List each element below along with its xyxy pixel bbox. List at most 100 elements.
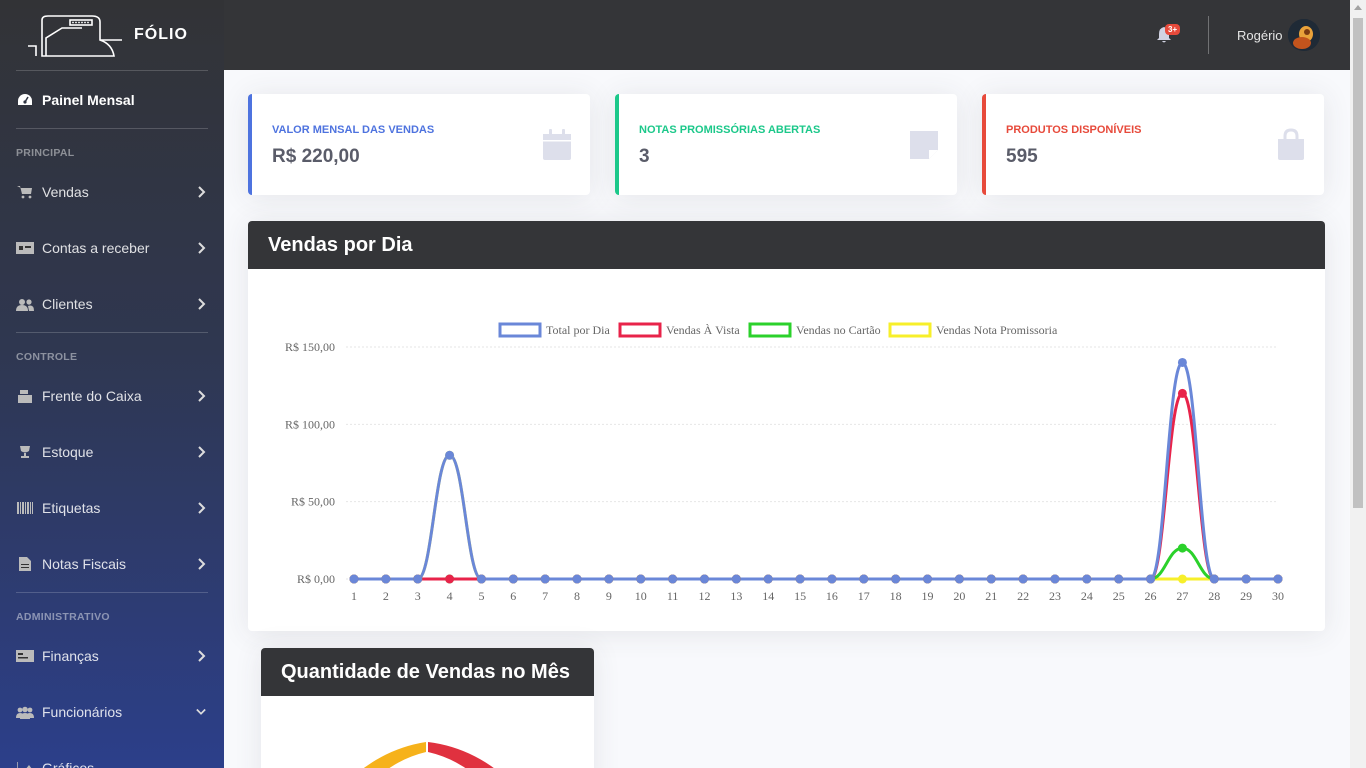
sidebar-item-label: Etiquetas [42, 500, 101, 516]
series-line-0 [354, 360, 1278, 581]
sidebar-item-label: Painel Mensal [42, 91, 135, 108]
x-tick-label: 24 [1081, 589, 1093, 603]
sidebar-item-label: Finanças [42, 648, 99, 664]
x-tick-label: 20 [953, 589, 965, 603]
x-tick-label: 23 [1049, 589, 1061, 603]
sidebar-item-frente-do-caixa[interactable]: Frente do Caixa [0, 368, 224, 424]
user-name[interactable]: Rogério [1237, 28, 1283, 43]
data-point [731, 574, 741, 584]
data-point [763, 574, 773, 584]
x-tick-label: 4 [447, 589, 453, 603]
doughnut-chart[interactable] [261, 696, 594, 768]
x-tick-label: 22 [1017, 589, 1029, 603]
chevron-right-icon [198, 650, 206, 662]
stat-card-notas-promissorias: NOTAS PROMISSÓRIAS ABERTAS 3 [615, 94, 957, 195]
sidebar-item-painel-mensal[interactable]: Painel Mensal [0, 71, 224, 128]
legend-swatch [888, 322, 932, 338]
data-point [1018, 574, 1028, 584]
cash-register-icon [16, 389, 34, 403]
topbar: 3+ Rogério [224, 0, 1350, 70]
card-value: 595 [1006, 146, 1038, 167]
x-tick-label: 13 [730, 589, 742, 603]
chevron-right-icon [198, 298, 206, 310]
data-point [1273, 574, 1283, 584]
legend-label: Vendas Nota Promissoria [936, 323, 1058, 337]
data-point [508, 574, 518, 584]
shopping-bag-icon [1278, 128, 1304, 160]
sidebar-item-label: Notas Fiscais [42, 556, 127, 572]
sidebar-item-label: Clientes [42, 296, 93, 312]
line-chart[interactable]: R$ 0,00R$ 50,00R$ 100,00R$ 150,001 2 3 4 5 6 7… [248, 269, 1325, 631]
x-tick-label: 21 [985, 589, 997, 603]
brand-name: FÓLIO [134, 26, 188, 43]
sidebar-heading-administrativo: ADMINISTRATIVO [16, 611, 110, 623]
data-point [381, 574, 391, 584]
data-point [859, 574, 869, 584]
y-tick-label: R$ 0,00 [297, 572, 335, 586]
data-point [795, 574, 805, 584]
money-check-icon [16, 649, 34, 663]
card-title: PRODUTOS DISPONÍVEIS [1006, 124, 1142, 136]
card-title: NOTAS PROMISSÓRIAS ABERTAS [639, 124, 821, 136]
y-tick-label: R$ 50,00 [291, 495, 335, 509]
data-point [476, 574, 486, 584]
legend-swatch [748, 322, 792, 338]
legend-swatch [618, 322, 662, 338]
series-line-3 [354, 453, 1278, 581]
sidebar-item-label: Gráficos [42, 760, 95, 768]
data-point [349, 574, 359, 584]
chart-card-vendas-por-dia: Vendas por Dia R$ 0,00 R$ 50,00 R$ 100,00 R… [248, 221, 1325, 631]
x-tick-label: 15 [794, 589, 806, 603]
sidebar-item-etiquetas[interactable]: Etiquetas [0, 480, 224, 536]
vertical-scrollbar[interactable] [1350, 0, 1366, 768]
sidebar-item-financas[interactable]: Finanças [0, 628, 224, 684]
stat-card-vendas-mensais: VALOR MENSAL DAS VENDAS R$ 220,00 [248, 94, 590, 195]
x-tick-label: 28 [1208, 589, 1220, 603]
sidebar-item-clientes[interactable]: Clientes [0, 276, 224, 332]
x-tick-label: 29 [1240, 589, 1252, 603]
x-tick-label: 30 [1272, 589, 1284, 603]
pie-chart-title: Quantidade de Vendas no Mês [261, 648, 594, 696]
data-point [445, 450, 455, 460]
doughnut-slice-yellow [363, 742, 426, 768]
sidebar-item-graficos[interactable]: Gráficos [0, 740, 224, 768]
data-point [923, 574, 933, 584]
sidebar-item-funcionarios[interactable]: Funcionários [0, 684, 224, 740]
chevron-right-icon [198, 186, 206, 198]
calendar-icon [543, 129, 571, 160]
legend-label: Vendas no Cartão [796, 323, 881, 337]
sidebar-heading-controle: CONTROLE [16, 351, 78, 363]
users-icon [16, 297, 34, 311]
sidebar-item-label: Contas a receber [42, 240, 150, 256]
sidebar-item-vendas[interactable]: Vendas [0, 164, 224, 220]
sidebar-item-estoque[interactable]: Estoque [0, 424, 224, 480]
users-cog-icon [16, 705, 34, 719]
card-value: R$ 220,00 [272, 146, 360, 167]
sidebar-item-contas-a-receber[interactable]: Contas a receber [0, 220, 224, 276]
x-tick-label: 26 [1145, 589, 1157, 603]
scrollbar-thumb[interactable] [1353, 18, 1363, 508]
card-value: 3 [639, 146, 650, 167]
y-tick-label: R$ 100,00 [285, 417, 335, 431]
data-point [986, 574, 996, 584]
brand[interactable]: FÓLIO [0, 0, 224, 70]
x-tick-label: 14 [762, 589, 774, 603]
x-tick-label: 7 [542, 589, 548, 603]
series-line-1 [354, 391, 1278, 581]
chevron-right-icon [198, 502, 206, 514]
chart-area-icon [16, 761, 34, 768]
avatar[interactable] [1288, 19, 1320, 51]
data-point [1050, 574, 1060, 584]
data-point [1082, 574, 1092, 584]
data-point [1177, 574, 1187, 584]
data-point [827, 574, 837, 584]
x-tick-label: 10 [635, 589, 647, 603]
x-tick-label: 9 [606, 589, 612, 603]
data-point [1177, 388, 1187, 398]
sticky-note-icon [910, 131, 938, 159]
scroll-up-arrow-icon[interactable] [1354, 5, 1362, 10]
sidebar-item-notas-fiscais[interactable]: Notas Fiscais [0, 536, 224, 592]
data-point [699, 574, 709, 584]
x-tick-label: 5 [478, 589, 484, 603]
x-tick-label: 11 [667, 589, 679, 603]
